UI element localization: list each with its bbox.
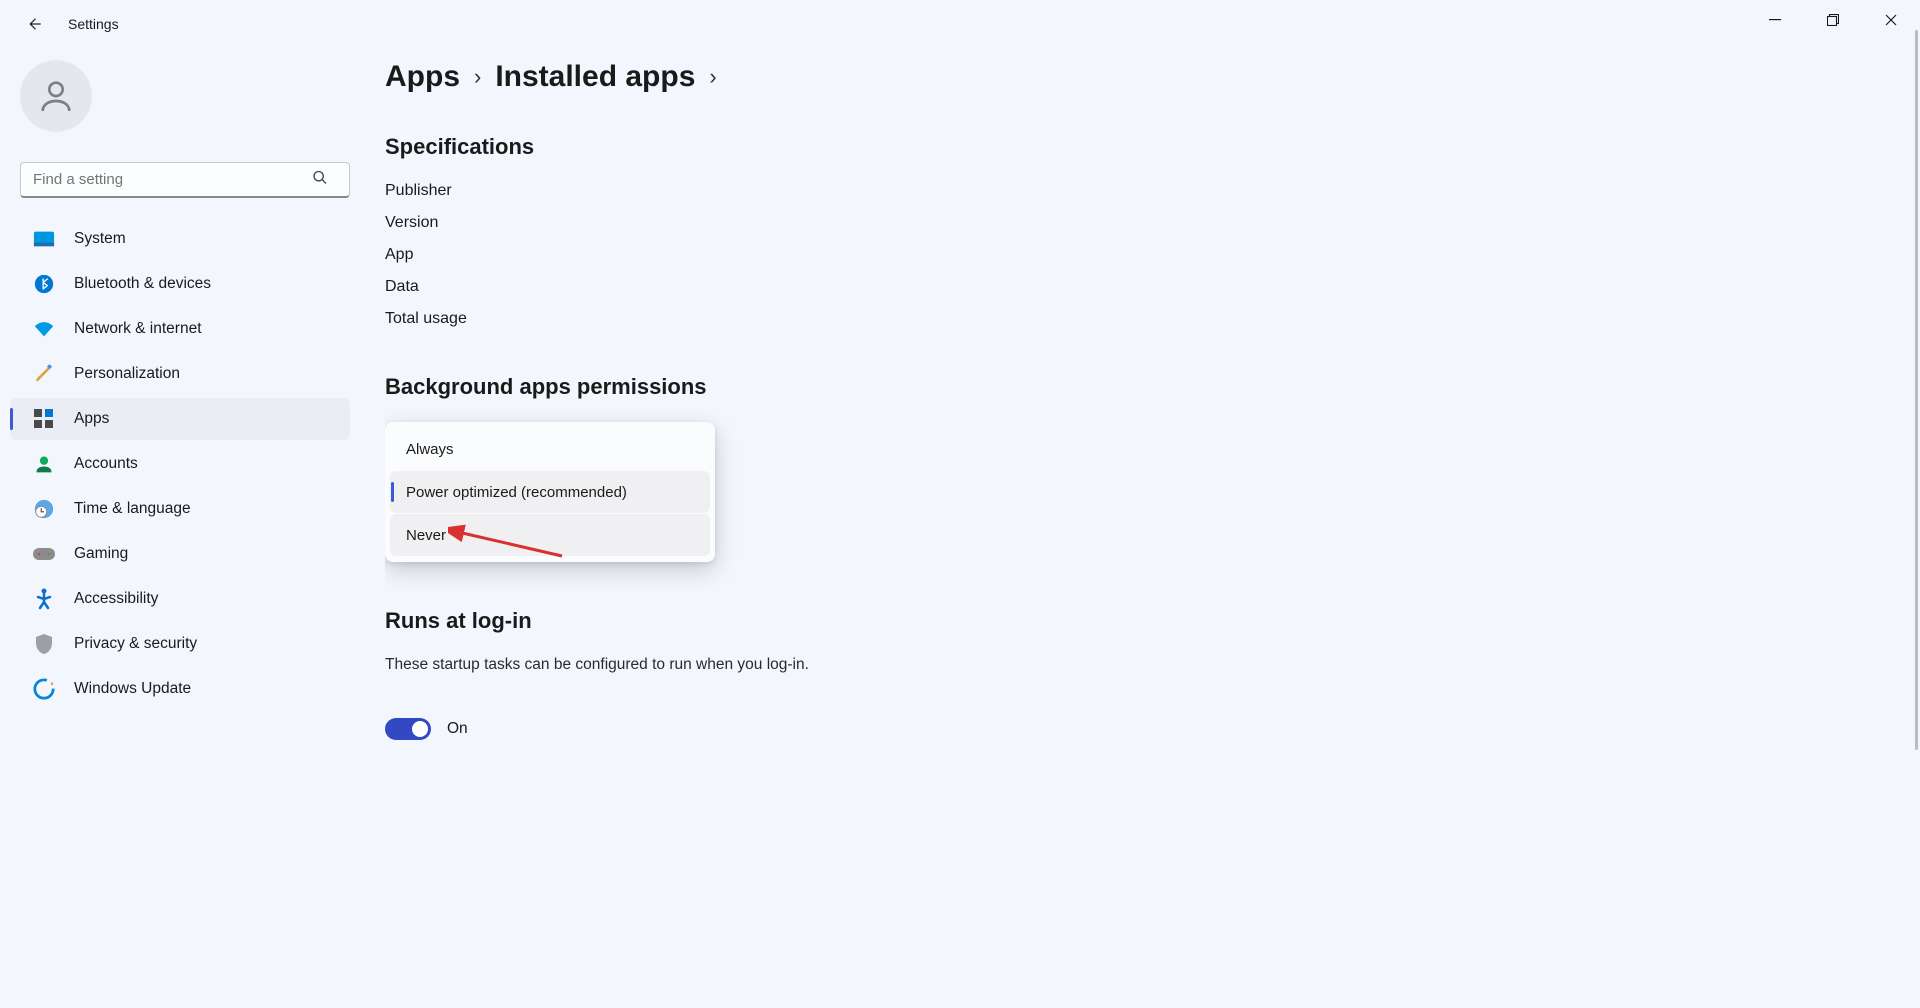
accounts-icon (32, 452, 56, 476)
sidebar-item-windows-update[interactable]: Windows Update (10, 668, 350, 710)
toggle-label: On (447, 720, 468, 738)
chevron-right-icon: › (709, 64, 716, 90)
minimize-button[interactable] (1746, 0, 1804, 40)
dropdown-option-never[interactable]: Never (390, 514, 710, 556)
shield-icon (32, 632, 56, 656)
sidebar-item-label: Gaming (74, 545, 128, 563)
sidebar-item-label: Time & language (74, 500, 191, 518)
sidebar-item-time-language[interactable]: Time & language (10, 488, 350, 530)
spec-data: Data (385, 278, 1900, 296)
bluetooth-icon (32, 272, 56, 296)
sidebar-item-label: Bluetooth & devices (74, 275, 211, 293)
sidebar-item-personalization[interactable]: Personalization (10, 353, 350, 395)
scrollbar[interactable] (1915, 30, 1918, 750)
main-content: Apps › Installed apps › Specifications P… (385, 60, 1900, 1008)
sidebar-item-accounts[interactable]: Accounts (10, 443, 350, 485)
sidebar-item-label: Accessibility (74, 590, 158, 608)
breadcrumb-apps[interactable]: Apps (385, 60, 460, 94)
apps-icon (32, 407, 56, 431)
sidebar-item-gaming[interactable]: Gaming (10, 533, 350, 575)
search-icon (312, 170, 328, 191)
nav-list: System Bluetooth & devices Network & int… (0, 218, 360, 710)
user-avatar[interactable] (20, 60, 92, 132)
titlebar: Settings (0, 0, 1920, 48)
dropdown-option-always[interactable]: Always (390, 428, 710, 470)
spec-total-usage: Total usage (385, 310, 1900, 328)
person-icon (36, 76, 76, 116)
sidebar-item-accessibility[interactable]: Accessibility (10, 578, 350, 620)
spec-publisher: Publisher (385, 182, 1900, 200)
runs-at-login-heading: Runs at log-in (385, 608, 1900, 634)
sidebar-item-system[interactable]: System (10, 218, 350, 260)
gamepad-icon (32, 542, 56, 566)
dropdown-option-label: Power optimized (recommended) (406, 484, 627, 501)
sidebar-item-label: Windows Update (74, 680, 191, 698)
sidebar-item-label: Network & internet (74, 320, 202, 338)
chevron-right-icon: › (474, 64, 481, 90)
breadcrumb: Apps › Installed apps › (385, 60, 1900, 94)
sidebar-item-label: System (74, 230, 126, 248)
sidebar-item-label: Personalization (74, 365, 180, 383)
search-container (20, 162, 348, 198)
dropdown-option-label: Always (406, 441, 454, 458)
maximize-button[interactable] (1804, 0, 1862, 40)
sidebar-item-privacy[interactable]: Privacy & security (10, 623, 350, 665)
spec-app: App (385, 246, 1900, 264)
accessibility-icon (32, 587, 56, 611)
window-controls (1746, 0, 1920, 40)
sidebar-item-apps[interactable]: Apps (10, 398, 350, 440)
window-title: Settings (68, 16, 119, 32)
system-icon (32, 227, 56, 251)
wifi-icon (32, 317, 56, 341)
dropdown-option-label: Never (406, 527, 446, 544)
runs-at-login-description: These startup tasks can be configured to… (385, 656, 1900, 674)
specifications-heading: Specifications (385, 134, 1900, 160)
back-arrow-icon (25, 15, 43, 33)
background-perms-heading: Background apps permissions (385, 374, 1900, 400)
search-input[interactable] (20, 162, 350, 198)
back-button[interactable] (10, 0, 58, 48)
runs-at-login-toggle-row: On (385, 718, 1900, 740)
settings-window: Settings System (0, 0, 1920, 1008)
sidebar-item-label: Apps (74, 410, 109, 428)
clock-globe-icon (32, 497, 56, 521)
sidebar-item-network[interactable]: Network & internet (10, 308, 350, 350)
sidebar-item-bluetooth[interactable]: Bluetooth & devices (10, 263, 350, 305)
maximize-icon (1827, 14, 1839, 26)
minimize-icon (1769, 14, 1781, 26)
spec-version: Version (385, 214, 1900, 232)
runs-at-login-toggle[interactable] (385, 718, 431, 740)
close-button[interactable] (1862, 0, 1920, 40)
breadcrumb-installed-apps[interactable]: Installed apps (495, 60, 695, 94)
background-perms-dropdown[interactable]: Always Power optimized (recommended) Nev… (385, 422, 715, 562)
close-icon (1885, 14, 1897, 26)
sidebar: System Bluetooth & devices Network & int… (0, 48, 360, 1008)
sidebar-item-label: Privacy & security (74, 635, 197, 653)
sidebar-item-label: Accounts (74, 455, 138, 473)
update-icon (32, 677, 56, 701)
brush-icon (32, 362, 56, 386)
dropdown-option-power-optimized[interactable]: Power optimized (recommended) (390, 471, 710, 513)
